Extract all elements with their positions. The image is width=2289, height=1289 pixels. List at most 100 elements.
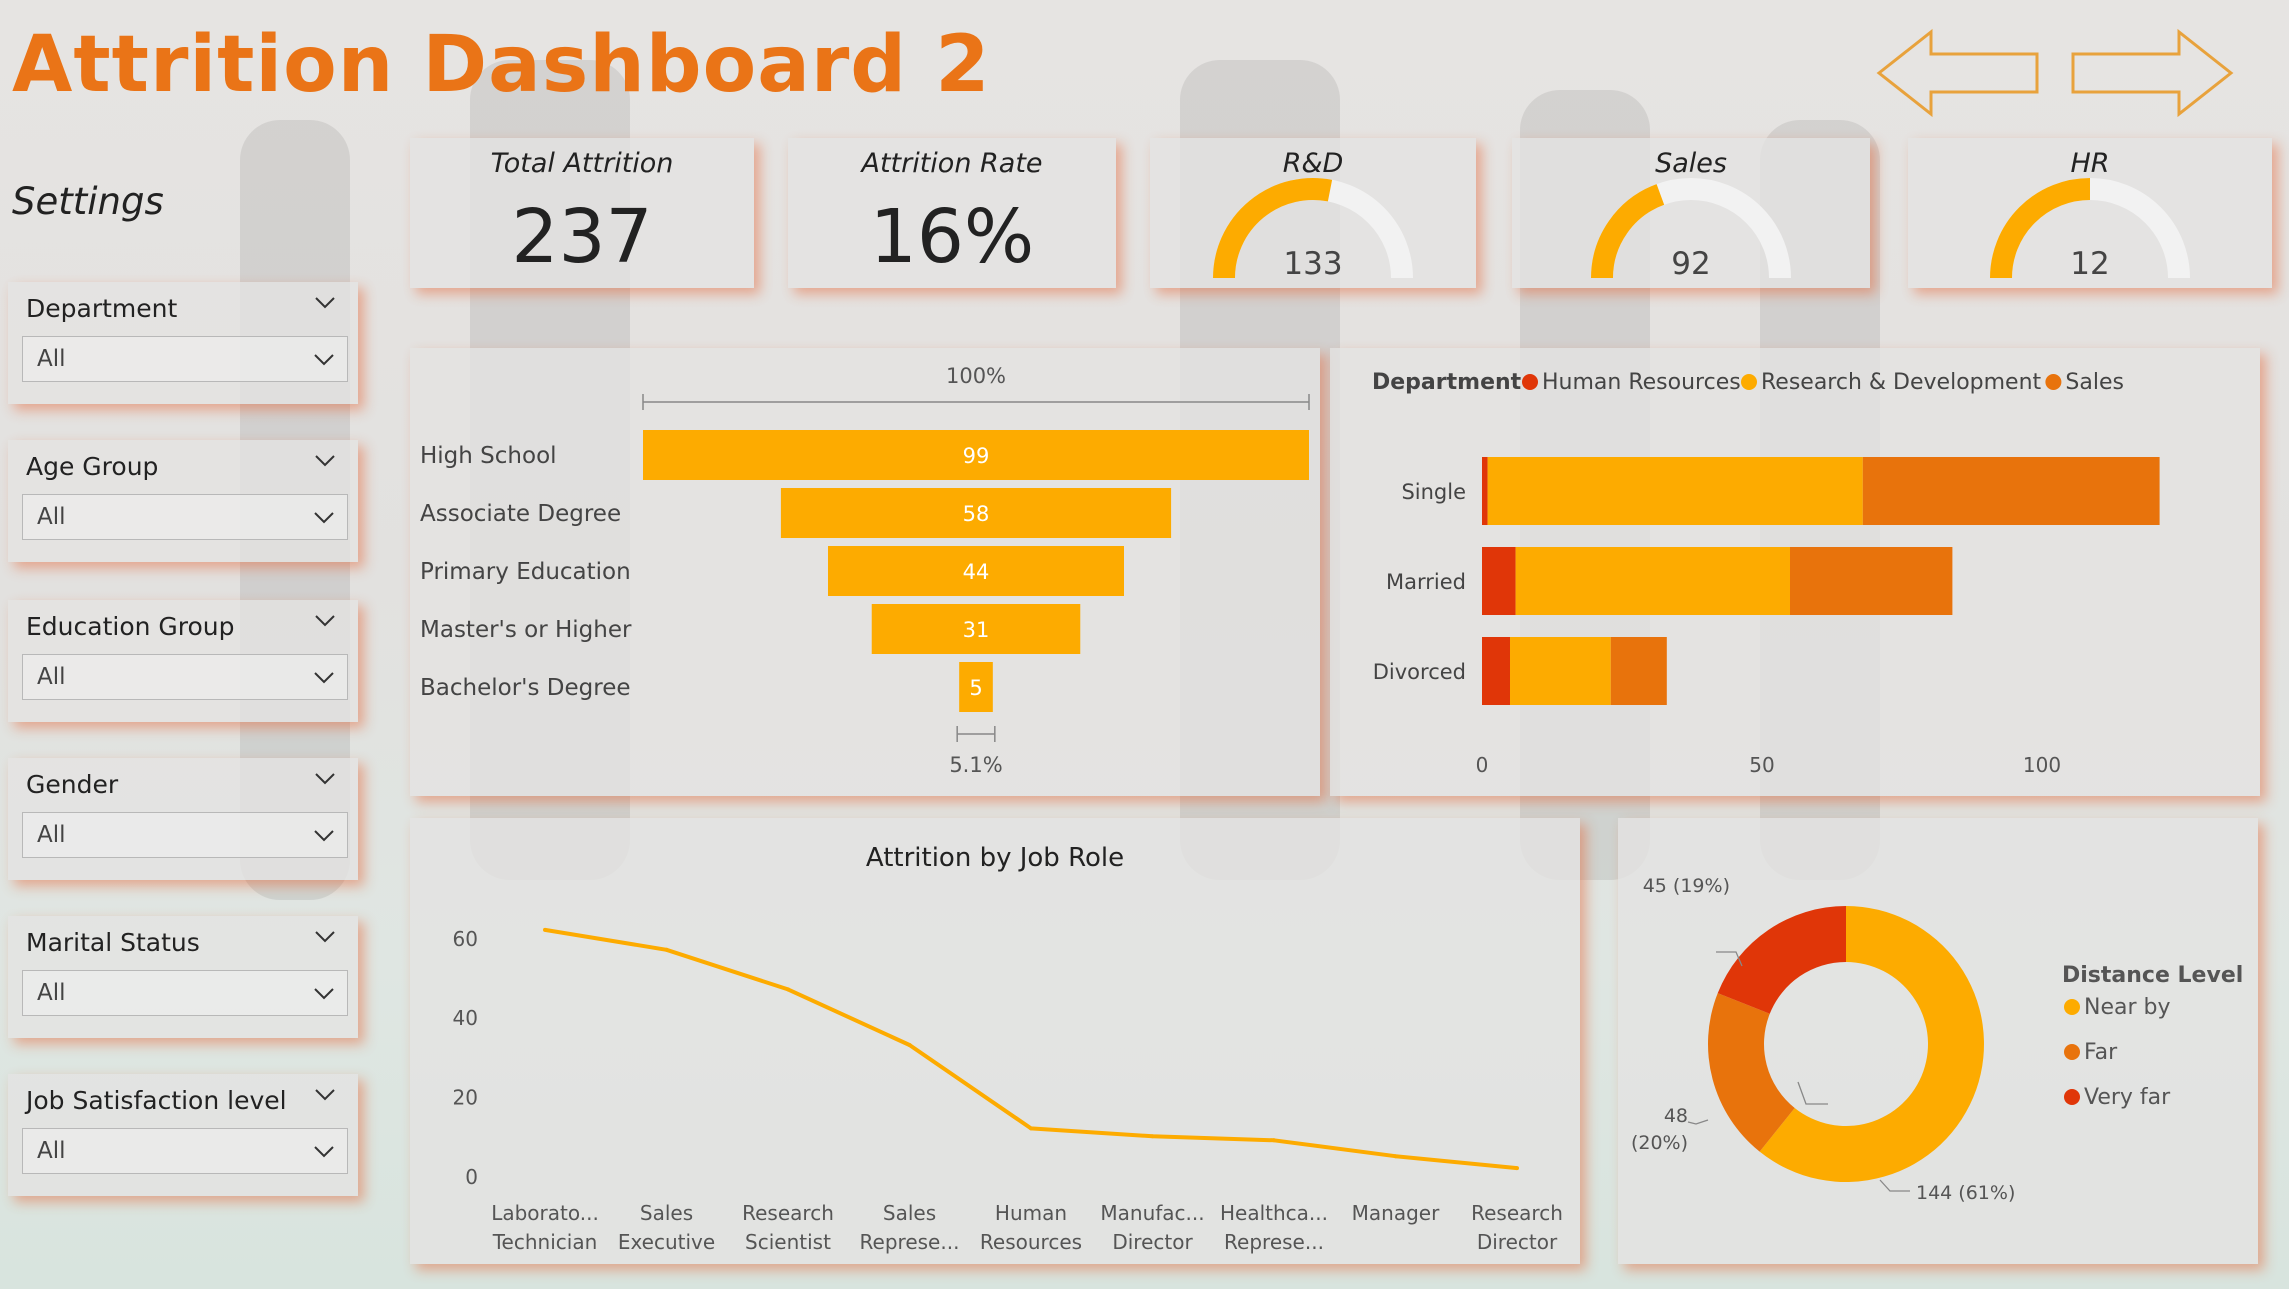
gauge-value: 12 bbox=[2070, 246, 2110, 282]
stacked-bar-segment bbox=[1487, 457, 1863, 525]
x-tick-label: Research bbox=[742, 1201, 834, 1225]
distance-donut-panel: 45 (19%) 48 (20%) 144 (61%) Distance Level Ne… bbox=[1618, 818, 2258, 1264]
chevron-down-icon[interactable] bbox=[314, 768, 336, 790]
x-tick-label: 0 bbox=[1476, 753, 1489, 777]
line-point bbox=[786, 987, 790, 992]
line-point bbox=[907, 1043, 912, 1047]
kpi-value: 16% bbox=[869, 194, 1035, 280]
legend-marker bbox=[2064, 1044, 2080, 1060]
stacked-bar-segment bbox=[1610, 637, 1667, 705]
stacked-bar-segment bbox=[1482, 547, 1516, 615]
stacked-bar-segment bbox=[1790, 547, 1953, 615]
chevron-down-icon[interactable] bbox=[314, 292, 336, 314]
x-tick-label: 100 bbox=[2023, 753, 2061, 777]
kpi-attrition-rate: Attrition Rate 16% bbox=[788, 138, 1116, 288]
chevron-down-icon[interactable] bbox=[313, 507, 335, 529]
chevron-down-icon[interactable] bbox=[313, 1141, 335, 1163]
chevron-down-icon[interactable] bbox=[314, 1084, 336, 1106]
arrow-left-icon[interactable] bbox=[1875, 28, 2045, 118]
legend-label: Sales bbox=[2065, 370, 2124, 395]
legend-label: Very far bbox=[2084, 1085, 2171, 1110]
slicer-dropdown[interactable]: All bbox=[22, 812, 348, 858]
stacked-bar-segment bbox=[1482, 457, 1488, 525]
slicer-age-group[interactable]: Age Group All bbox=[8, 440, 358, 562]
y-tick-label: 20 bbox=[453, 1086, 478, 1110]
label-leader-line bbox=[1879, 1179, 1910, 1192]
chevron-down-icon[interactable] bbox=[313, 825, 335, 847]
slicer-marital-status[interactable]: Marital Status All bbox=[8, 916, 358, 1038]
x-tick-label: Sales bbox=[640, 1201, 693, 1225]
slicer-value: All bbox=[37, 346, 66, 372]
slicer-gender[interactable]: Gender All bbox=[8, 758, 358, 880]
line-point bbox=[1150, 1134, 1155, 1139]
bar-category-label: Married bbox=[1386, 570, 1466, 594]
slicer-department[interactable]: Department All bbox=[8, 282, 358, 404]
funnel-value-label: 44 bbox=[963, 560, 990, 584]
kpi-value: 237 bbox=[511, 194, 653, 280]
legend-label: Far bbox=[2084, 1040, 2118, 1065]
y-tick-label: 40 bbox=[453, 1006, 478, 1030]
slicer-label: Marital Status bbox=[26, 928, 200, 957]
kpi-total-attrition: Total Attrition 237 bbox=[410, 138, 754, 288]
slicer-dropdown[interactable]: All bbox=[22, 970, 348, 1016]
gauge-rd: R&D 133 bbox=[1150, 138, 1476, 288]
chevron-down-icon[interactable] bbox=[313, 667, 335, 689]
x-tick-label: Represe... bbox=[860, 1230, 960, 1254]
slicer-education-group[interactable]: Education Group All bbox=[8, 600, 358, 722]
line-point bbox=[543, 927, 547, 932]
slicer-job-satisfaction[interactable]: Job Satisfaction level All bbox=[8, 1074, 358, 1196]
label-leader-line bbox=[1797, 1081, 1828, 1105]
legend-marker bbox=[2045, 374, 2062, 390]
gauge-value: 133 bbox=[1283, 246, 1343, 282]
chevron-down-icon[interactable] bbox=[314, 450, 336, 472]
label-leader-line bbox=[1687, 1119, 1709, 1125]
slicer-dropdown[interactable]: All bbox=[22, 494, 348, 540]
kpi-title: Total Attrition bbox=[490, 148, 674, 179]
job-role-line-panel: Attrition by Job Role 0 20 40 60 Laborato... T… bbox=[410, 818, 1580, 1264]
funnel-value-label: 99 bbox=[963, 444, 990, 468]
slicer-dropdown[interactable]: All bbox=[22, 1128, 348, 1174]
stacked-bar-segment bbox=[1862, 457, 2160, 525]
line-point bbox=[664, 947, 669, 952]
marital-bar-panel: Department Human Resources Research & Deve… bbox=[1330, 348, 2260, 796]
settings-label: Settings bbox=[12, 180, 164, 223]
x-tick-label: Manufac... bbox=[1100, 1201, 1204, 1225]
legend-title: Distance Level bbox=[2062, 963, 2243, 988]
legend-marker bbox=[2064, 1089, 2080, 1105]
slicer-dropdown[interactable]: All bbox=[22, 336, 348, 382]
legend-marker bbox=[1741, 374, 1757, 390]
kpi-title: Attrition Rate bbox=[861, 148, 1043, 179]
legend-label: Near by bbox=[2084, 995, 2171, 1020]
x-tick-label: Human bbox=[995, 1201, 1067, 1225]
distance-donut-chart: 45 (19%) 48 (20%) 144 (61%) Distance Level Ne… bbox=[1631, 875, 2243, 1204]
slicer-value: All bbox=[37, 664, 66, 690]
x-tick-label: Manager bbox=[1352, 1201, 1440, 1225]
slicer-dropdown[interactable]: All bbox=[22, 654, 348, 700]
legend-marker bbox=[2064, 999, 2080, 1015]
funnel-chart: 100% High School 99 Associate Degree 58 Prima… bbox=[420, 364, 1310, 777]
funnel-category-label: Master's or Higher bbox=[420, 617, 632, 643]
donut-data-label: 144 (61%) bbox=[1916, 1182, 2015, 1204]
funnel-category-label: Associate Degree bbox=[420, 501, 621, 527]
x-tick-label: Technician bbox=[492, 1230, 598, 1254]
x-tick-label: Healthca... bbox=[1220, 1201, 1328, 1225]
stacked-bar-segment bbox=[1510, 637, 1611, 705]
gauge-value: 92 bbox=[1671, 246, 1711, 282]
donut-data-label: (20%) bbox=[1631, 1132, 1688, 1154]
y-tick-label: 60 bbox=[453, 927, 478, 951]
line-point bbox=[1029, 1126, 1033, 1131]
x-tick-label: 50 bbox=[1749, 753, 1774, 777]
line-series bbox=[544, 927, 1518, 1171]
chevron-down-icon[interactable] bbox=[314, 926, 336, 948]
stacked-bar-segment bbox=[1482, 637, 1510, 705]
funnel-top-label: 100% bbox=[946, 364, 1006, 388]
chevron-down-icon[interactable] bbox=[313, 983, 335, 1005]
x-tick-label: Resources bbox=[980, 1230, 1082, 1254]
funnel-value-label: 31 bbox=[963, 618, 990, 642]
legend-marker bbox=[1522, 374, 1538, 390]
arrow-right-icon[interactable] bbox=[2065, 28, 2235, 118]
chevron-down-icon[interactable] bbox=[314, 610, 336, 632]
slicer-value: All bbox=[37, 1138, 66, 1164]
chevron-down-icon[interactable] bbox=[313, 349, 335, 371]
legend-title: Department bbox=[1372, 370, 1522, 395]
